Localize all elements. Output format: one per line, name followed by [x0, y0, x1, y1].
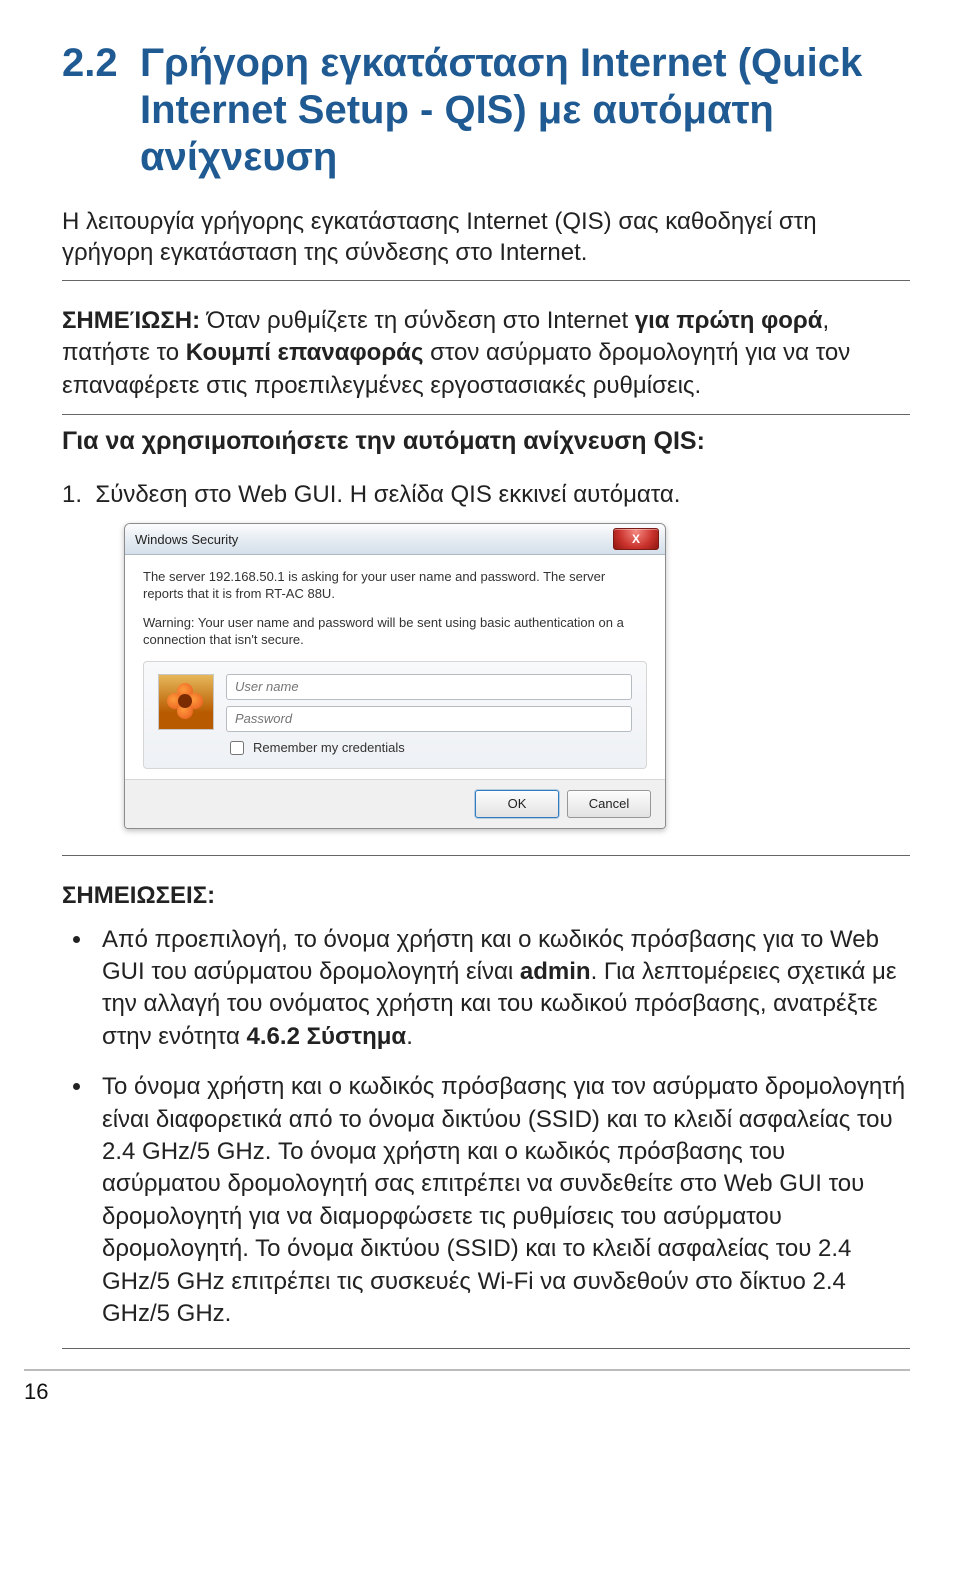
note-item-2: Το όνομα χρήστη και ο κωδικός πρόσβασης … [94, 1071, 910, 1330]
divider [62, 855, 910, 856]
subhead: Για να χρησιμοποιήσετε την αυτόματη ανίχ… [62, 427, 910, 456]
avatar-icon [158, 674, 214, 730]
notes-heading: ΣΗΜΕΙΩΣΕΙΣ: [62, 882, 910, 910]
intro-paragraph: Η λειτουργία γρήγορης εγκατάστασης Inter… [62, 206, 910, 268]
note-text-1: Όταν ρυθμίζετε τη σύνδεση στο Internet [200, 307, 635, 334]
divider [62, 1348, 910, 1349]
dialog-footer: OK Cancel [125, 779, 665, 828]
remember-checkbox[interactable] [230, 741, 244, 755]
divider [62, 280, 910, 281]
cancel-button[interactable]: Cancel [567, 790, 651, 818]
credentials-panel: Remember my credentials [143, 661, 647, 769]
step-1: 1. Σύνδεση στο Web GUI. Η σελίδα QIS εκκ… [62, 481, 910, 509]
note-bold-1: για πρώτη φορά [635, 307, 823, 334]
dialog-titlebar[interactable]: Windows Security X [125, 524, 665, 555]
remember-label: Remember my credentials [253, 740, 405, 755]
section-heading: 2.2Γρήγορη εγκατάσταση Internet (Quick I… [62, 40, 910, 182]
credential-fields: Remember my credentials [226, 674, 632, 758]
divider [62, 414, 910, 415]
ok-button[interactable]: OK [475, 790, 559, 818]
note-item-1: Από προεπιλογή, το όνομα χρήστη και ο κω… [94, 924, 910, 1054]
close-icon: X [632, 532, 640, 546]
notes-list: Από προεπιλογή, το όνομα χρήστη και ο κω… [62, 924, 910, 1331]
section-title-text: Γρήγορη εγκατάσταση Internet (Quick Inte… [140, 40, 880, 182]
dialog-message-1: The server 192.168.50.1 is asking for yo… [143, 569, 647, 603]
note-block: ΣΗΜΕΊΩΣΗ: Όταν ρυθμίζετε τη σύνδεση στο … [62, 305, 910, 402]
note-label: ΣΗΜΕΊΩΣΗ: [62, 307, 200, 334]
dialog-message-2: Warning: Your user name and password wil… [143, 615, 647, 649]
password-input[interactable] [226, 706, 632, 732]
b1-p3: . [406, 1023, 413, 1050]
username-input[interactable] [226, 674, 632, 700]
b1-bold2: 4.6.2 Σύστημα [247, 1023, 407, 1050]
close-button[interactable]: X [613, 528, 659, 550]
section-number: 2.2 [62, 40, 140, 87]
page-number: 16 [24, 1369, 910, 1413]
dialog-title: Windows Security [135, 532, 238, 547]
b1-bold1: admin [520, 958, 591, 985]
windows-security-dialog: Windows Security X The server 192.168.50… [124, 523, 666, 829]
dialog-body: The server 192.168.50.1 is asking for yo… [125, 555, 665, 779]
note-bold-2: Κουμπί επαναφοράς [186, 339, 424, 366]
remember-row[interactable]: Remember my credentials [226, 738, 632, 758]
